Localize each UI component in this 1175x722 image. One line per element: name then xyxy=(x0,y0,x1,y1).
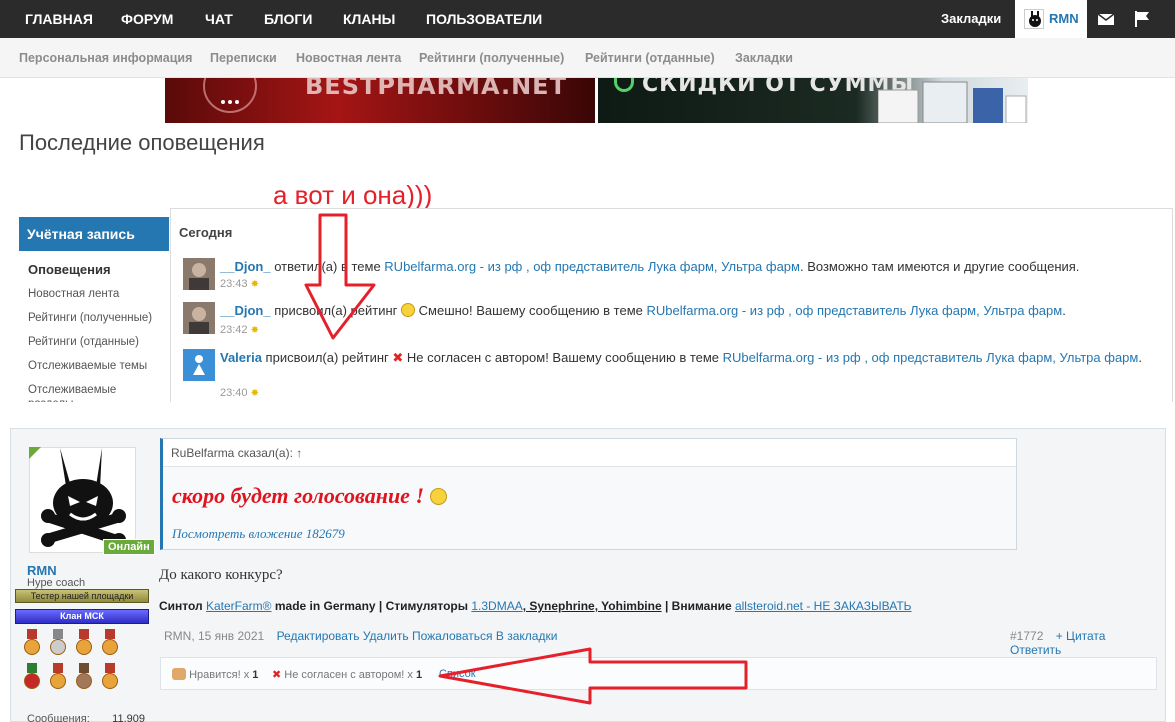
account-sidebar: Учётная запись Оповещения Новостная лент… xyxy=(19,217,169,402)
sidebar-header: Учётная запись xyxy=(19,217,169,251)
reply-button[interactable]: Ответить xyxy=(1010,643,1061,657)
edit-link[interactable]: Редактировать xyxy=(277,629,360,643)
nav-chat[interactable]: ЧАТ xyxy=(205,0,233,38)
nav-home[interactable]: ГЛАВНАЯ xyxy=(25,0,93,38)
sidebar-item-ratings-given[interactable]: Рейтинги (отданные) xyxy=(19,335,169,349)
like-icon xyxy=(172,668,186,680)
sidebar-item-watched-forums[interactable]: Отслеживаемые разделы xyxy=(19,383,129,402)
user-banner-clan: Клан МСК xyxy=(15,609,149,624)
report-link[interactable]: Пожаловаться xyxy=(412,629,493,643)
banner-emblem-icon xyxy=(203,78,257,113)
medal-icon xyxy=(101,663,119,691)
sig-link-katerfarm[interactable]: KaterFarm® xyxy=(206,599,272,613)
user-tab-name: RMN xyxy=(1049,11,1079,26)
checkmark-icon xyxy=(614,78,634,92)
medal-icon xyxy=(75,663,93,691)
alert-time: 23:40 xyxy=(220,387,248,399)
signature: Синтол KaterFarm® made in Germany | Стим… xyxy=(159,599,912,613)
user-banner-tester: Тестер нашей площадки xyxy=(15,589,149,603)
banner-left-text: BESTPHARMA.NET xyxy=(305,78,567,100)
medal-icon xyxy=(23,629,41,657)
bookmark-link[interactable]: В закладки xyxy=(496,629,558,643)
alert-user[interactable]: __Djon_ xyxy=(220,259,271,274)
alert-thread-link[interactable]: RUbelfarma.org - из рф , оф представител… xyxy=(723,350,1139,365)
star-icon: ✸ xyxy=(250,325,259,336)
envelope-icon[interactable] xyxy=(1097,10,1115,28)
avatar[interactable] xyxy=(183,302,215,334)
alert-user[interactable]: Valeria xyxy=(220,350,262,365)
online-corner-icon xyxy=(29,447,41,459)
sig-link-allsteroid[interactable]: allsteroid.net - НЕ ЗАКАЗЫВАТЬ xyxy=(735,599,912,613)
subnav-personal[interactable]: Персональная информация xyxy=(19,38,192,78)
sig-link-dmaa[interactable]: 1.3DMAA xyxy=(471,599,522,613)
medal-icon xyxy=(75,629,93,657)
medal-icon xyxy=(49,629,67,657)
nav-blogs[interactable]: БЛОГИ xyxy=(264,0,312,38)
quote-block: RuBelfarma сказал(а): ↑ скоро будет голо… xyxy=(160,438,1017,550)
flag-icon[interactable] xyxy=(1133,10,1151,28)
disagree-icon: ✖ xyxy=(392,350,404,365)
avatar[interactable] xyxy=(183,258,215,290)
nav-bookmarks[interactable]: Закладки xyxy=(941,0,1001,38)
sidebar-item-alerts[interactable]: Оповещения xyxy=(19,263,169,277)
alerts-section-title: Сегодня xyxy=(179,225,233,240)
post-user-block: Онлайн RMN Hype coach Тестер нашей площа… xyxy=(15,439,155,722)
medals-group xyxy=(23,629,123,695)
medal-icon xyxy=(49,663,67,691)
post-text: До какого конкурс? xyxy=(159,567,283,583)
alert-user[interactable]: __Djon_ xyxy=(220,303,271,318)
star-icon: ✸ xyxy=(250,388,259,399)
sidebar-item-watched-threads[interactable]: Отслеживаемые темы xyxy=(19,359,169,373)
post-actions-right: #1772 + Цитата Ответить xyxy=(1001,629,1165,657)
nav-forum[interactable]: ФОРУМ xyxy=(121,0,173,38)
quote-text: скоро будет голосование ! xyxy=(172,483,425,508)
page-title: Последние оповещения xyxy=(19,130,265,155)
subnav-ratings-received[interactable]: Рейтинги (полученные) xyxy=(419,38,564,78)
user-tab[interactable]: RMN xyxy=(1015,0,1087,38)
user-avatar-icon xyxy=(1024,9,1044,29)
sidebar-item-ratings-received[interactable]: Рейтинги (полученные) xyxy=(19,311,169,325)
ratings-list-link[interactable]: Список xyxy=(439,668,476,680)
medal-icon xyxy=(23,663,41,691)
subnav-ratings-given[interactable]: Рейтинги (отданные) xyxy=(585,38,715,78)
annotation-text: а вот и она))) xyxy=(273,180,433,210)
online-badge: Онлайн xyxy=(103,539,155,555)
star-icon: ✸ xyxy=(250,279,259,290)
ad-banner-left[interactable]: BESTPHARMA.NET xyxy=(165,78,595,123)
alert-thread-link[interactable]: RUbelfarma.org - из рф , оф представител… xyxy=(384,259,800,274)
medal-icon xyxy=(101,629,119,657)
avatar[interactable] xyxy=(29,447,136,553)
post-number[interactable]: #1772 xyxy=(1010,629,1043,643)
alert-thread-link[interactable]: RUbelfarma.org - из рф , оф представител… xyxy=(647,303,1063,318)
message-count: Сообщения: 11,909 xyxy=(27,713,145,722)
subnav-bookmarks[interactable]: Закладки xyxy=(735,38,793,78)
avatar[interactable] xyxy=(183,349,215,381)
quote-button[interactable]: + Цитата xyxy=(1056,629,1106,643)
nav-clans[interactable]: КЛАНЫ xyxy=(343,0,395,38)
alert-time: 23:42 xyxy=(220,324,248,336)
post-meta[interactable]: RMN, 15 янв 2021 xyxy=(164,629,264,643)
ratings-summary: Нравится! x 1 ✖ Не согласен с автором! x… xyxy=(160,657,1157,690)
attachment-link[interactable]: Посмотреть вложение 182679 xyxy=(172,526,345,542)
subnav-conversations[interactable]: Переписки xyxy=(210,38,277,78)
delete-link[interactable]: Удалить xyxy=(363,629,409,643)
post-actions: RMN, 15 янв 2021 Редактировать Удалить П… xyxy=(164,629,557,643)
quote-header[interactable]: RuBelfarma сказал(а): ↑ xyxy=(163,439,1016,467)
post-user-title: Hype coach xyxy=(27,577,86,589)
ad-banner-right[interactable]: СКИДКИ ОТ СУММЫ xyxy=(598,78,1028,123)
top-navigation: ГЛАВНАЯ ФОРУМ ЧАТ БЛОГИ КЛАНЫ ПОЛЬЗОВАТЕ… xyxy=(0,0,1175,38)
smile-icon xyxy=(429,488,447,505)
sidebar-item-news-feed[interactable]: Новостная лента xyxy=(19,287,169,301)
alert-time: 23:43 xyxy=(220,278,248,290)
smile-icon xyxy=(401,303,416,317)
alerts-list: Сегодня __Djon_ ответил(а) в теме RUbelf… xyxy=(170,208,1173,402)
nav-users[interactable]: ПОЛЬЗОВАТЕЛИ xyxy=(426,0,542,38)
forum-post: Онлайн RMN Hype coach Тестер нашей площа… xyxy=(10,428,1166,722)
sub-navigation: Персональная информация Переписки Новост… xyxy=(0,38,1175,78)
subnav-news-feed[interactable]: Новостная лента xyxy=(296,38,401,78)
disagree-icon: ✖ xyxy=(272,669,282,681)
post-username[interactable]: RMN xyxy=(27,563,57,578)
banner-right-text: СКИДКИ ОТ СУММЫ xyxy=(642,78,915,97)
product-boxes-icon xyxy=(878,81,1027,123)
